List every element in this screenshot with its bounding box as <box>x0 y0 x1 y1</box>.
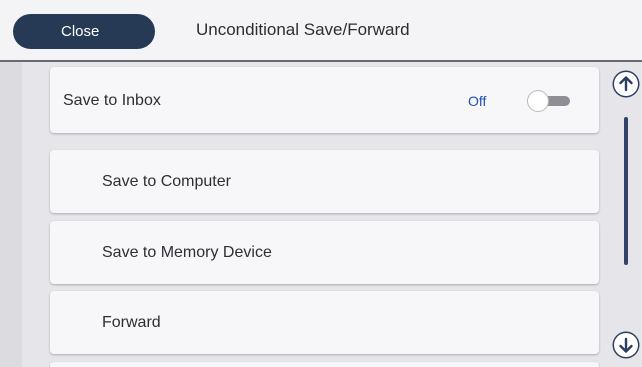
arrow-down-icon <box>619 337 633 353</box>
save-to-inbox-row[interactable]: Save to Inbox Off <box>50 67 599 133</box>
list-item[interactable] <box>50 362 599 367</box>
unconditional-save-forward-screen: Close Unconditional Save/Forward Save to… <box>0 0 642 367</box>
settings-list: Save to Inbox Off Save to Computer Save … <box>0 62 642 367</box>
toggle-knob <box>528 91 548 111</box>
forward-row[interactable]: Forward <box>50 291 599 354</box>
header-bar: Close Unconditional Save/Forward <box>0 0 642 60</box>
arrow-up-icon <box>619 76 633 92</box>
scrollbar-thumb[interactable] <box>624 117 628 265</box>
save-to-computer-label: Save to Computer <box>102 173 231 190</box>
save-to-inbox-toggle[interactable] <box>526 91 570 111</box>
save-to-computer-row[interactable]: Save to Computer <box>50 150 599 213</box>
save-to-memory-device-label: Save to Memory Device <box>102 244 272 261</box>
page-title: Unconditional Save/Forward <box>196 20 410 39</box>
toggle-state-label: Off <box>468 93 487 109</box>
close-button[interactable]: Close <box>13 14 155 49</box>
scroll-down-button[interactable] <box>614 333 638 357</box>
save-to-inbox-label: Save to Inbox <box>63 92 161 109</box>
left-margin-pane <box>0 62 22 367</box>
scroll-up-button[interactable] <box>614 72 638 96</box>
save-to-memory-device-row[interactable]: Save to Memory Device <box>50 221 599 284</box>
forward-label: Forward <box>102 314 161 331</box>
